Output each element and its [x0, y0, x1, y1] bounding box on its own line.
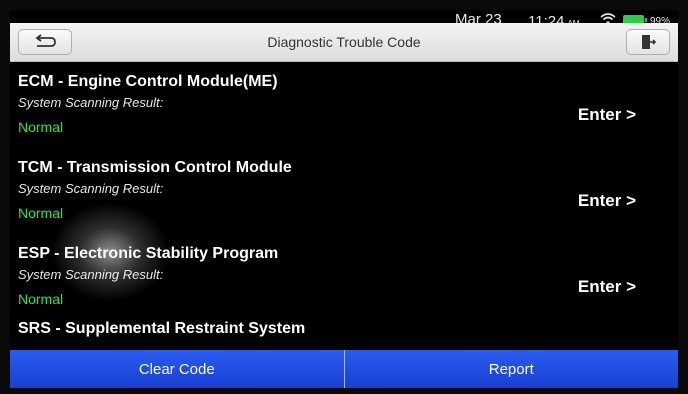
module-name: SRS - Supplemental Restraint System: [18, 320, 306, 337]
list-item[interactable]: ESP - Electronic Stability Program Syste…: [10, 234, 678, 320]
enter-button[interactable]: Enter >: [578, 277, 636, 297]
title-bar: Diagnostic Trouble Code: [10, 23, 678, 62]
enter-button[interactable]: Enter >: [578, 105, 636, 125]
list-item[interactable]: SRS - Supplemental Restraint System: [10, 320, 678, 350]
module-list: ECM - Engine Control Module(ME) System S…: [10, 62, 678, 350]
clear-code-button[interactable]: Clear Code: [10, 350, 344, 388]
report-button[interactable]: Report: [344, 350, 678, 388]
module-name: ESP - Electronic Stability Program: [18, 245, 279, 262]
list-item[interactable]: ECM - Engine Control Module(ME) System S…: [10, 62, 678, 148]
module-name: ECM - Engine Control Module(ME): [18, 73, 278, 90]
device-screen: Mar 23 11:24AM 99% Diagnostic Trouble Co…: [10, 10, 678, 388]
page-title: Diagnostic Trouble Code: [267, 34, 421, 50]
scan-result-label: System Scanning Result:: [18, 181, 164, 196]
scan-result-value: Normal: [18, 205, 64, 221]
scan-result-value: Normal: [18, 119, 64, 135]
list-item[interactable]: TCM - Transmission Control Module System…: [10, 148, 678, 234]
exit-button[interactable]: [626, 29, 670, 55]
exit-door-icon: [642, 35, 656, 49]
scan-result-label: System Scanning Result:: [18, 267, 164, 282]
module-name: TCM - Transmission Control Module: [18, 159, 292, 176]
bottom-action-bar: Clear Code Report: [10, 350, 678, 388]
scan-result-label: System Scanning Result:: [18, 95, 164, 110]
scan-result-value: Normal: [18, 291, 64, 307]
enter-button[interactable]: Enter >: [578, 191, 636, 211]
